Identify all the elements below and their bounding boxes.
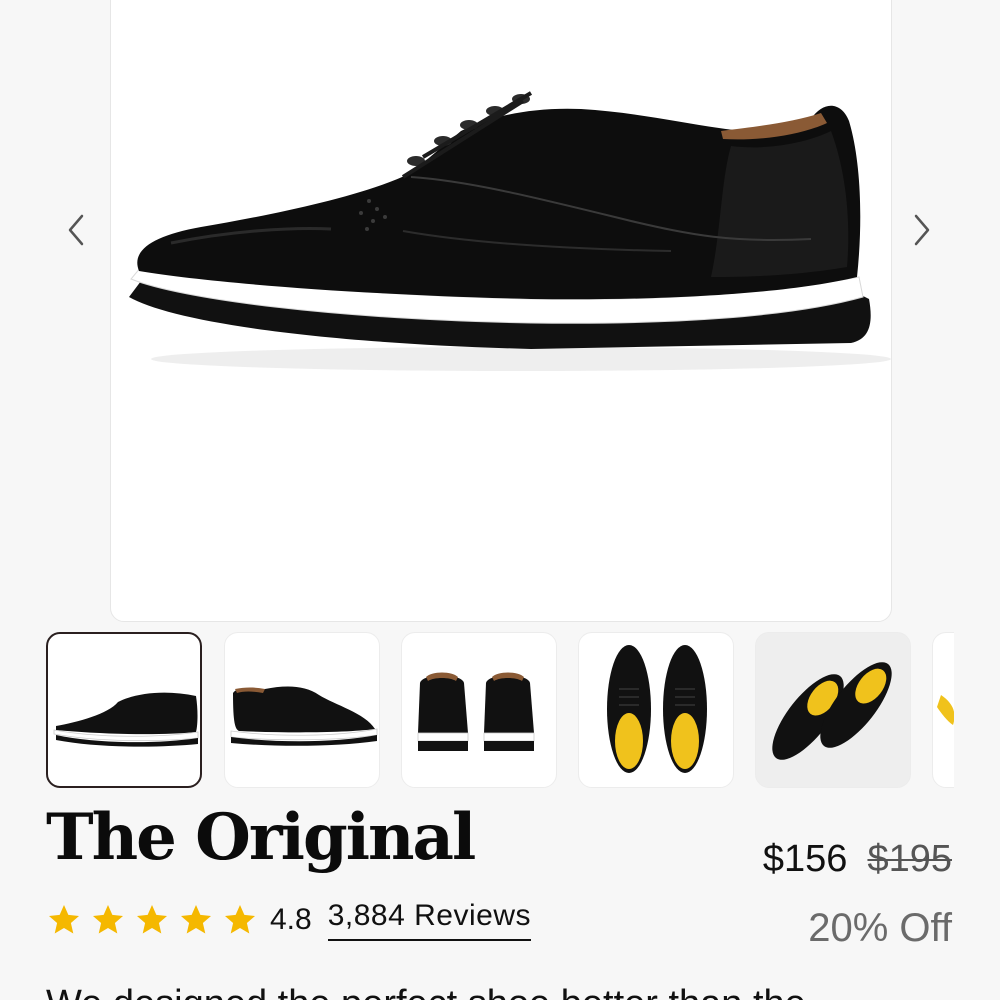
star-icon bbox=[225, 905, 255, 934]
price-row: $156 $195 bbox=[763, 838, 952, 881]
price-current: $156 bbox=[762, 838, 848, 880]
star-icon bbox=[93, 905, 123, 934]
product-title: The Original bbox=[46, 800, 476, 875]
description-text: We designed the perfect shoe better than… bbox=[46, 984, 806, 1000]
shoe-thumbnail-image bbox=[937, 695, 954, 725]
chevron-left-icon bbox=[68, 214, 84, 246]
star-icon bbox=[137, 905, 167, 934]
gallery-next-button[interactable] bbox=[902, 206, 942, 254]
thumbnail-pair-angled[interactable] bbox=[755, 632, 911, 788]
shoe-thumbnail-image bbox=[417, 672, 535, 751]
product-page: The Original $156 $195 20% Off 4.8 3,884… bbox=[0, 0, 1000, 1000]
rating-stars bbox=[46, 902, 258, 938]
star-icon bbox=[49, 905, 79, 934]
shoe-thumbnail-image bbox=[772, 662, 892, 760]
shoe-thumbnail-image bbox=[230, 686, 378, 746]
rating-row: 4.8 3,884 Reviews bbox=[46, 896, 531, 944]
gallery-prev-button[interactable] bbox=[56, 206, 96, 254]
product-main-image[interactable] bbox=[110, 0, 892, 622]
shoe-thumbnail-image bbox=[53, 692, 199, 747]
thumbnail-back-view[interactable] bbox=[401, 632, 557, 788]
thumbnail-partial[interactable] bbox=[932, 632, 954, 788]
thumbnail-top-view[interactable] bbox=[578, 632, 734, 788]
thumbnail-strip[interactable] bbox=[46, 632, 954, 792]
shoe-thumbnail-image bbox=[607, 645, 707, 773]
thumbnail-side-view-alt[interactable] bbox=[224, 632, 380, 788]
star-icon bbox=[181, 905, 211, 934]
product-description: We designed the perfect shoe better than… bbox=[46, 984, 966, 1000]
chevron-right-icon bbox=[914, 214, 930, 246]
price-original: $195 bbox=[867, 838, 952, 880]
reviews-link[interactable]: 3,884 Reviews bbox=[327, 899, 531, 941]
shoe-image bbox=[129, 91, 891, 371]
discount-label: 20% Off bbox=[808, 906, 952, 950]
rating-value: 4.8 bbox=[270, 903, 312, 936]
thumbnail-side-view[interactable] bbox=[46, 632, 202, 788]
